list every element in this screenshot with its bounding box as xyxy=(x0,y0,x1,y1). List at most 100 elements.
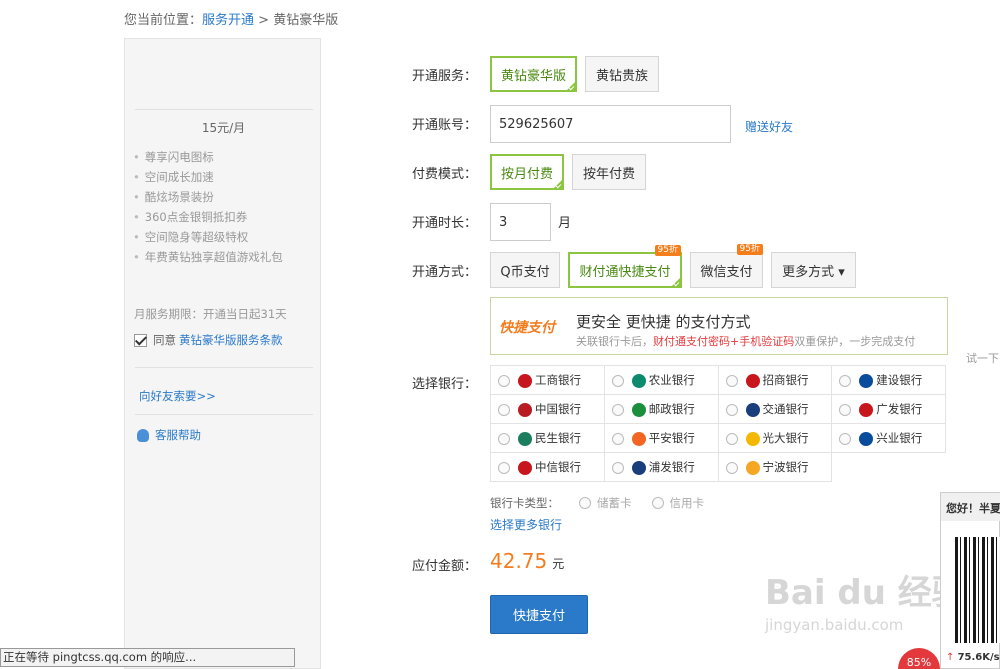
bank-option[interactable]: 交通银行 xyxy=(717,394,833,424)
check-icon xyxy=(568,84,575,91)
radio-button[interactable] xyxy=(725,461,738,474)
citic-icon xyxy=(518,460,532,475)
divider xyxy=(135,414,313,415)
radio-button[interactable] xyxy=(498,432,510,445)
bank-option[interactable]: 工商银行 xyxy=(490,365,605,395)
penguin-icon xyxy=(137,428,149,442)
card-type-debit[interactable]: 储蓄卡 xyxy=(579,495,632,511)
method-tenpay-quick[interactable]: 财付通快捷支付 95折 xyxy=(568,245,682,288)
card-type-credit[interactable]: 信用卡 xyxy=(651,495,704,511)
service-period: 月服务期限：开通当日起31天 xyxy=(134,307,287,321)
abc-icon xyxy=(631,373,646,388)
breadcrumb-prefix: 您当前位置： xyxy=(124,13,203,28)
radio-button[interactable] xyxy=(725,432,738,445)
duration-input[interactable]: 3 xyxy=(490,203,551,241)
gift-friend-link[interactable]: 赠送好友 xyxy=(745,118,793,135)
mode-option-monthly[interactable]: 按月付费 xyxy=(490,154,564,190)
option-label: 按年付费 xyxy=(582,166,635,182)
bank-option[interactable]: 邮政银行 xyxy=(603,394,719,424)
radio-button[interactable] xyxy=(579,497,591,509)
card-type-row: 银行卡类型： 储蓄卡 信用卡 xyxy=(490,495,704,511)
agree-prefix: 同意 xyxy=(153,333,176,347)
service-option-noble[interactable]: 黄钻贵族 xyxy=(585,56,659,92)
radio-button[interactable] xyxy=(839,432,852,445)
service-label: 开通服务： xyxy=(412,69,478,84)
option-label: 财付通快捷支付 xyxy=(579,264,671,280)
method-wechat[interactable]: 微信支付 95折 xyxy=(690,244,763,288)
bank-option[interactable]: 平安银行 xyxy=(603,423,719,453)
breadcrumb-link-service[interactable]: 服务开通 xyxy=(202,13,254,28)
bank-option[interactable]: 建设银行 xyxy=(831,365,946,395)
divider xyxy=(135,367,313,368)
feature-item: 尊享闪电图标 xyxy=(133,147,283,167)
bank-option[interactable]: 光大银行 xyxy=(717,423,833,453)
radio-button[interactable] xyxy=(611,461,624,474)
arrow-up-icon: ↑ xyxy=(946,652,955,663)
method-qcoin[interactable]: Q币支付 xyxy=(490,252,560,288)
method-label: 开通方式： xyxy=(412,265,478,280)
bank-name: 光大银行 xyxy=(762,431,809,445)
discount-badge: 95折 xyxy=(654,245,681,256)
icbc-icon xyxy=(518,373,532,388)
method-more-dropdown[interactable]: 更多方式 ▾ xyxy=(771,252,856,288)
service-option-deluxe[interactable]: 黄钻豪华版 xyxy=(490,56,577,92)
radio-button[interactable] xyxy=(651,497,664,509)
amount-label: 应付金额： xyxy=(412,559,478,574)
radio-button[interactable] xyxy=(498,461,510,474)
account-label: 开通账号： xyxy=(412,118,478,133)
radio-button[interactable] xyxy=(725,374,738,387)
breadcrumb-sep: > xyxy=(254,13,274,28)
bank-option[interactable]: 宁波银行 xyxy=(717,452,833,482)
terms-link[interactable]: 黄钻豪华版服务条款 xyxy=(179,332,283,348)
radio-button[interactable] xyxy=(498,403,510,416)
radio-button[interactable] xyxy=(839,403,852,416)
desc-highlight: 财付通支付密码+手机验证码 xyxy=(653,335,795,348)
pingan-icon xyxy=(631,431,646,446)
option-label: 黄钻贵族 xyxy=(595,68,648,84)
desc-suffix: 双重保护，一步完成支付 xyxy=(794,335,916,348)
bank-option[interactable]: 浦发银行 xyxy=(603,452,719,482)
bank-option[interactable]: 中信银行 xyxy=(490,452,605,482)
ask-friend-link[interactable]: 向好友索要>> xyxy=(139,388,216,404)
feature-item: 360点金银铜抵扣券 xyxy=(133,207,283,227)
banner-title: 更安全 更快捷 的支付方式 xyxy=(576,313,751,331)
price-label: 15元/月 xyxy=(201,121,246,135)
radio-button[interactable] xyxy=(611,432,624,445)
card-type-label: 银行卡类型： xyxy=(490,496,559,510)
more-banks-link[interactable]: 选择更多银行 xyxy=(490,516,562,533)
bank-name: 建设银行 xyxy=(876,373,923,387)
bank-option[interactable]: 民生银行 xyxy=(490,423,605,453)
bank-option[interactable]: 兴业银行 xyxy=(831,423,946,453)
watermark-url: jingyan.baidu.com xyxy=(765,616,904,634)
breadcrumb-current: 黄钻豪华版 xyxy=(273,13,339,28)
watermark-brand: Bai du 经验 xyxy=(765,573,966,613)
ceb-icon xyxy=(745,431,760,446)
quick-pay-button[interactable]: 快捷支付 xyxy=(490,595,588,634)
amount-unit: 元 xyxy=(552,557,565,571)
bank-option[interactable]: 招商银行 xyxy=(717,365,833,395)
account-input[interactable]: 529625607 xyxy=(490,105,731,143)
agree-checkbox[interactable] xyxy=(134,333,147,347)
feature-item: 年费黄钻独享超值游戏礼包 xyxy=(133,247,283,267)
radio-button[interactable] xyxy=(498,374,510,387)
divider xyxy=(135,109,313,110)
bank-name: 民生银行 xyxy=(535,431,581,445)
radio-button[interactable] xyxy=(839,374,852,387)
bank-name: 广发银行 xyxy=(876,402,923,416)
status-bar: 正在等待 pingtcss.qq.com 的响应... xyxy=(0,648,295,667)
feature-item: 酷炫场景装扮 xyxy=(133,187,283,207)
bank-option[interactable]: 广发银行 xyxy=(831,394,946,424)
cmb-icon xyxy=(745,373,760,388)
chat-widget[interactable]: 您好！半夏 xyxy=(940,492,1000,669)
bank-option[interactable]: 农业银行 xyxy=(603,365,719,395)
duration-unit: 月 xyxy=(558,216,572,231)
radio-button[interactable] xyxy=(725,403,738,416)
mode-option-yearly[interactable]: 按年付费 xyxy=(572,154,646,190)
help-link[interactable]: 客服帮助 xyxy=(137,427,201,443)
radio-button[interactable] xyxy=(611,403,624,416)
radio-button[interactable] xyxy=(611,374,624,387)
bank-option[interactable]: 中国银行 xyxy=(490,394,605,424)
try-it-link[interactable]: 试一下 xyxy=(966,350,999,366)
chat-greeting: 您好！半夏 xyxy=(941,493,1000,521)
quickpay-banner: 快捷支付 更安全 更快捷 的支付方式 关联银行卡后，财付通支付密码+手机验证码双… xyxy=(490,297,948,355)
